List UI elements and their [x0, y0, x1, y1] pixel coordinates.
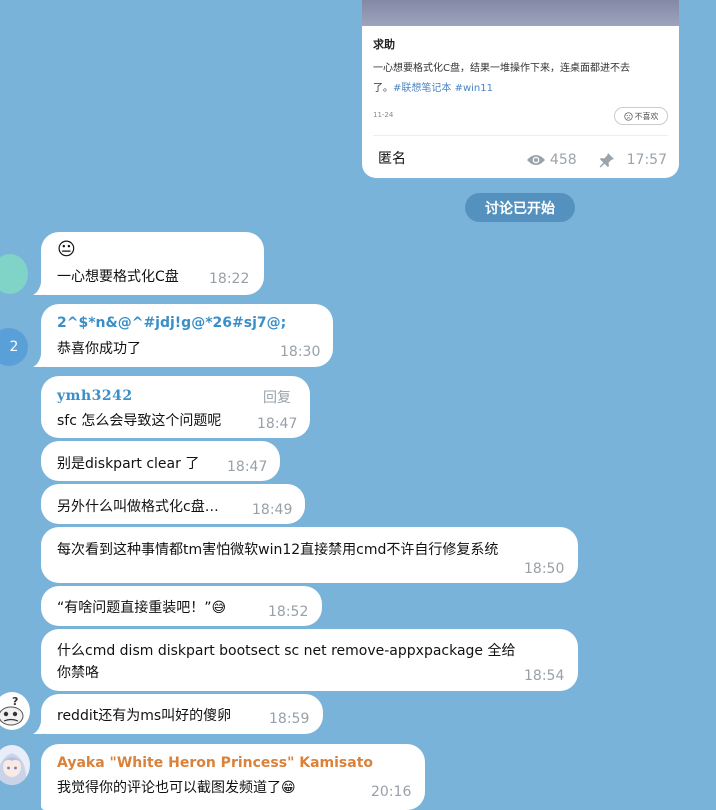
post-meta: 458 17:57	[526, 152, 667, 168]
sender-name[interactable]: ymh3242	[57, 388, 133, 404]
anime-girl-icon	[0, 753, 27, 785]
message-time: 18:47	[257, 416, 298, 432]
post-body-line2: 了。	[373, 83, 393, 94]
message-text: reddit还有为ms叫好的傻卵	[57, 708, 232, 724]
post-title: 求助	[373, 38, 395, 51]
message-time: 18:22	[209, 271, 250, 287]
message-text: 一心想要格式化C盘	[57, 269, 179, 285]
avatar[interactable]	[0, 254, 28, 294]
discussion-started-pill: 讨论已开始	[465, 193, 575, 222]
message-emoji: 😐	[57, 239, 76, 260]
bubble-tail	[33, 355, 43, 367]
avatar-count: 2	[9, 339, 19, 355]
message-bubble[interactable]: 别是diskpart clear 了 18:47	[41, 441, 280, 481]
post-date: 11-24	[373, 111, 394, 119]
message-text: 我觉得你的评论也可以截图发频道了😁	[57, 780, 296, 796]
message-bubble[interactable]: 2^$*n&@^#jdj!g@*26#sj7@; 恭喜你成功了 18:30	[41, 304, 333, 367]
dislike-label: 不喜欢	[634, 111, 659, 121]
message-time: 18:50	[524, 561, 565, 577]
post-tag-lenovo[interactable]: #联想笔记本	[393, 83, 451, 94]
eye-icon	[526, 155, 545, 165]
message-text: 每次看到这种事情都tm害怕微软win12直接禁用cmd不许自行修复系统	[57, 542, 499, 558]
message-text: sfc 怎么会导致这个问题呢	[57, 413, 222, 429]
message-bubble[interactable]: 另外什么叫做格式化c盘… 18:49	[41, 484, 305, 524]
bubble-tail	[33, 722, 43, 734]
avatar[interactable]: 2	[0, 328, 28, 366]
post-time: 17:57	[626, 152, 667, 168]
message-text: 另外什么叫做格式化c盘…	[57, 499, 219, 515]
anime-girl-avatar[interactable]	[0, 745, 30, 785]
message-text-line1: 什么cmd dism diskpart bootsect sc net remo…	[57, 643, 516, 659]
confused-meme-avatar[interactable]: ?	[0, 692, 30, 730]
post-body-line1: 一心想要格式化C盘，结果一堆操作下来，连桌面都进不去	[373, 63, 630, 74]
message-time: 20:16	[371, 784, 412, 800]
post-divider	[373, 135, 668, 136]
sender-name[interactable]: Ayaka "White Heron Princess" Kamisato	[57, 755, 373, 771]
post-image	[362, 0, 679, 26]
pin-icon	[599, 153, 614, 168]
message-bubble[interactable]: ymh3242 回复 sfc 怎么会导致这个问题呢 18:47	[41, 376, 310, 438]
dislike-face-icon	[623, 111, 633, 121]
message-time: 18:52	[268, 604, 309, 620]
channel-post-card[interactable]: 求助 一心想要格式化C盘，结果一堆操作下来，连桌面都进不去 了。#联想笔记本 #…	[362, 0, 679, 178]
dislike-button[interactable]: 不喜欢	[614, 107, 668, 125]
svg-text:?: ?	[12, 695, 18, 708]
confused-face-icon: ?	[0, 695, 24, 726]
message-time: 18:59	[269, 711, 310, 727]
message-time: 18:49	[252, 502, 293, 518]
message-bubble[interactable]: 😐 一心想要格式化C盘 18:22	[41, 232, 264, 295]
message-bubble[interactable]: 每次看到这种事情都tm害怕微软win12直接禁用cmd不许自行修复系统 18:5…	[41, 527, 578, 583]
post-views: 458	[549, 152, 577, 168]
post-tag-win11[interactable]: #win11	[455, 83, 493, 94]
sender-name[interactable]: 2^$*n&@^#jdj!g@*26#sj7@;	[57, 315, 286, 331]
message-bubble[interactable]: reddit还有为ms叫好的傻卵 18:59	[41, 694, 323, 734]
message-text-line2: 你禁咯	[57, 665, 99, 681]
message-bubble[interactable]: 什么cmd dism diskpart bootsect sc net remo…	[41, 629, 578, 691]
message-bubble[interactable]: “有啥问题直接重装吧！”😅 18:52	[41, 586, 322, 626]
post-author: 匿名	[378, 151, 406, 167]
message-time: 18:47	[227, 459, 268, 475]
post-body: 一心想要格式化C盘，结果一堆操作下来，连桌面都进不去 了。#联想笔记本 #win…	[373, 59, 671, 99]
reply-link[interactable]: 回复	[263, 387, 291, 407]
message-time: 18:54	[524, 668, 565, 684]
message-bubble[interactable]: Ayaka "White Heron Princess" Kamisato 我觉…	[41, 744, 425, 810]
message-text: 恭喜你成功了	[57, 341, 141, 357]
bubble-tail	[33, 283, 43, 295]
message-text: 别是diskpart clear 了	[57, 456, 200, 472]
message-time: 18:30	[280, 344, 321, 360]
message-text: “有啥问题直接重装吧！”😅	[57, 600, 227, 616]
